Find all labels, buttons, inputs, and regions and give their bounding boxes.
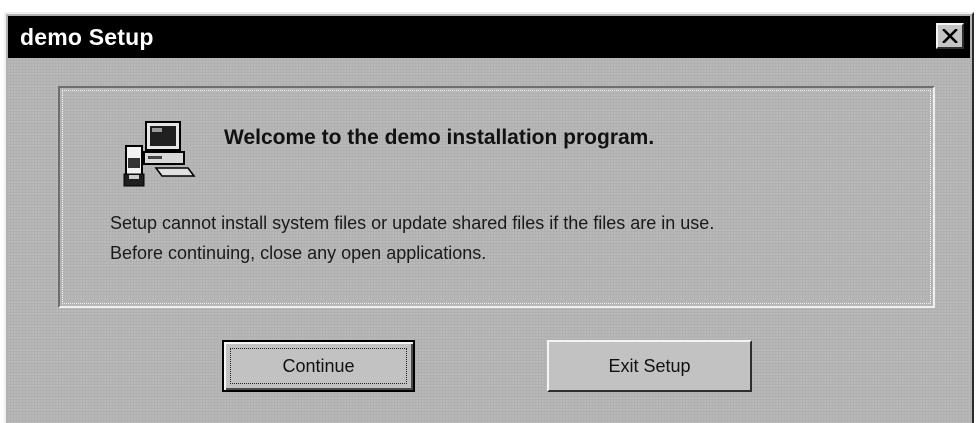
window-title: demo Setup bbox=[20, 23, 154, 50]
computer-setup-icon bbox=[123, 121, 196, 187]
close-icon bbox=[942, 29, 958, 43]
setup-dialog: demo Setup Welcome to the demo installat bbox=[4, 12, 974, 423]
welcome-message: Setup cannot install system files or upd… bbox=[110, 208, 714, 268]
continue-button[interactable]: Continue bbox=[222, 340, 415, 392]
message-line: Setup cannot install system files or upd… bbox=[110, 213, 715, 233]
exit-setup-button-label: Exit Setup bbox=[608, 355, 691, 376]
continue-button-label: Continue bbox=[282, 355, 355, 376]
welcome-panel: Welcome to the demo installation program… bbox=[58, 86, 935, 308]
exit-setup-button[interactable]: Exit Setup bbox=[547, 340, 752, 392]
close-button[interactable] bbox=[936, 23, 964, 49]
welcome-heading: Welcome to the demo installation program… bbox=[224, 126, 655, 149]
message-line: Before continuing, close any open applic… bbox=[110, 243, 487, 263]
title-bar[interactable]: demo Setup bbox=[8, 16, 970, 58]
